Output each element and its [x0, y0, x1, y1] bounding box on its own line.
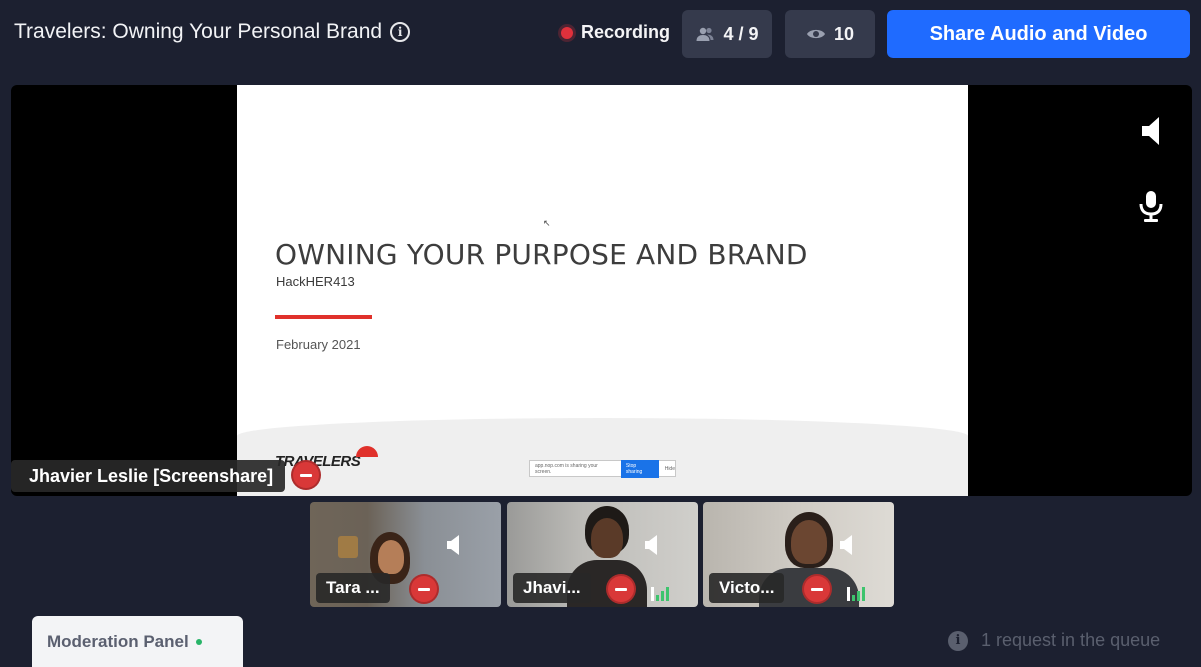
remove-icon — [615, 587, 627, 591]
screenshare-stage: ↖ OWNING YOUR PURPOSE AND BRAND HackHER4… — [11, 85, 1192, 496]
request-queue-status[interactable]: i 1 request in the queue — [948, 630, 1160, 651]
recording-indicator: Recording — [561, 22, 670, 43]
participant-face — [791, 520, 827, 564]
speaker-icon[interactable] — [839, 534, 853, 556]
info-icon[interactable]: i — [390, 22, 411, 42]
participant-tile[interactable]: Victo... — [703, 502, 894, 607]
slide-date: February 2021 — [276, 337, 361, 352]
viewers-count: 10 — [833, 23, 855, 44]
remove-icon — [418, 587, 430, 591]
participant-name: Victo... — [719, 578, 775, 597]
hide-button[interactable]: Hide — [665, 466, 675, 472]
remove-participant-button[interactable] — [606, 574, 636, 604]
participant-face — [378, 540, 404, 574]
participants-count-pill[interactable]: 4 / 9 — [682, 10, 772, 58]
remove-icon — [300, 473, 312, 477]
viewers-count-pill[interactable]: 10 — [785, 10, 875, 58]
participant-tile[interactable]: Tara ... — [310, 502, 501, 607]
participant-name-tag: Jhavi... — [513, 573, 591, 603]
top-bar: Travelers: Owning Your Personal Brand i … — [0, 0, 1201, 68]
moderation-panel-tab[interactable]: Moderation Panel — [32, 616, 243, 667]
remove-icon — [811, 587, 823, 591]
users-icon — [696, 27, 714, 41]
participants-count: 4 / 9 — [723, 23, 759, 44]
presenter-name: Jhavier Leslie [Screenshare] — [29, 465, 274, 486]
speaker-icon[interactable] — [446, 534, 460, 556]
eye-icon — [806, 29, 825, 39]
moderation-panel-label: Moderation Panel — [47, 631, 189, 651]
participant-name-tag: Victo... — [709, 573, 785, 603]
remove-participant-button[interactable] — [802, 574, 832, 604]
screen-share-notice: app.nop.com is sharing your screen. Stop… — [529, 459, 676, 478]
participant-name: Jhavi... — [523, 578, 581, 597]
share-notice-text: app.nop.com is sharing your screen. — [535, 462, 598, 475]
slide-title: OWNING YOUR PURPOSE AND BRAND — [275, 238, 808, 271]
participant-face — [591, 518, 623, 558]
speaker-icon[interactable] — [1138, 113, 1164, 149]
participant-name-tag: Tara ... — [316, 573, 390, 603]
recording-label: Recording — [581, 22, 671, 42]
remove-participant-button[interactable] — [409, 574, 439, 604]
info-circle-icon: i — [948, 630, 968, 651]
presentation-slide: ↖ OWNING YOUR PURPOSE AND BRAND HackHER4… — [237, 85, 968, 496]
presenter-name-tag: Jhavier Leslie [Screenshare] — [11, 460, 286, 492]
speaker-icon[interactable] — [644, 534, 658, 556]
remove-presenter-button[interactable] — [291, 460, 321, 490]
recording-dot-icon — [561, 26, 573, 39]
slide-accent-rule — [275, 315, 372, 319]
slide-subtitle: HackHER413 — [276, 274, 355, 289]
background-decor — [338, 536, 358, 558]
mouse-cursor-icon: ↖ — [543, 218, 551, 228]
signal-icon — [651, 587, 669, 601]
status-dot-icon — [195, 638, 202, 645]
stop-sharing-button[interactable]: Stop sharing — [620, 459, 659, 478]
share-audio-video-button[interactable]: Share Audio and Video — [887, 10, 1190, 58]
participant-name: Tara ... — [326, 578, 380, 597]
session-title-text: Travelers: Owning Your Personal Brand — [14, 20, 383, 43]
queue-text: 1 request in the queue — [981, 630, 1161, 650]
microphone-icon[interactable] — [1136, 189, 1166, 223]
session-title: Travelers: Owning Your Personal Brand i — [14, 20, 411, 44]
participant-tile[interactable]: Jhavi... — [507, 502, 698, 607]
signal-icon — [847, 587, 865, 601]
